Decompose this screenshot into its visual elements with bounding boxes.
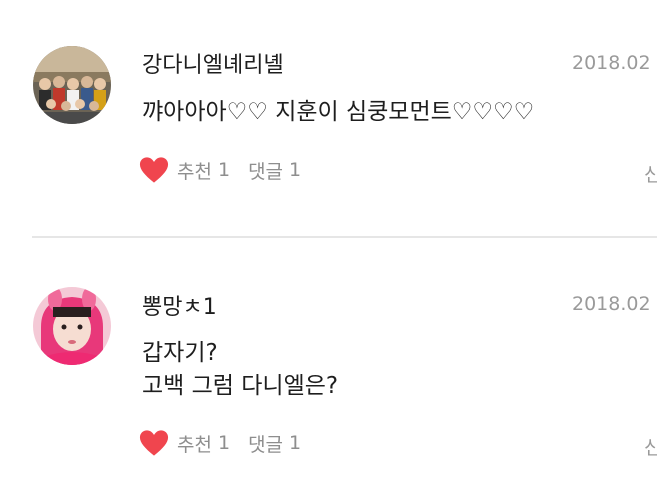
comment-body: 갑자기? 고백 그럼 다니엘은? (142, 337, 338, 403)
heart-icon (139, 157, 169, 183)
comment-author[interactable]: 뽕망ㅊ1 (142, 289, 217, 321)
heart-icon (139, 430, 169, 456)
comment-body-line: 꺄아아아♡♡ 지훈이 심쿵모먼트♡♡♡♡ (142, 99, 535, 125)
comment-item: 강다니엘녜리녤 2018.02 꺄아아아♡♡ 지훈이 심쿵모먼트♡♡♡♡ 추천 … (0, 0, 657, 236)
like-count: 1 (217, 432, 231, 454)
comment-date: 2018.02 (572, 52, 651, 74)
comment-body-line: 갑자기? (142, 340, 218, 366)
like-button[interactable]: 추천 1 (139, 429, 230, 457)
reply-button[interactable]: 댓글 1 (248, 157, 301, 184)
reply-count: 1 (289, 159, 302, 181)
like-label: 추천 (177, 160, 212, 183)
comment-date: 2018.02 (572, 293, 651, 315)
comment-actions: 추천 1 댓글 1 (139, 156, 301, 184)
reply-label: 댓글 (248, 160, 284, 183)
comment-body: 꺄아아아♡♡ 지훈이 심쿵모먼트♡♡♡♡ (142, 96, 534, 129)
reply-count: 1 (289, 432, 302, 454)
like-count: 1 (217, 159, 231, 181)
like-button[interactable]: 추천 1 (139, 156, 230, 184)
like-label: 추천 (177, 433, 212, 456)
comment-item: 뽕망ㅊ1 2018.02 갑자기? 고백 그럼 다니엘은? 추천 1 댓글 1 … (0, 238, 657, 493)
reply-button[interactable]: 댓글 1 (248, 430, 301, 457)
child-photo-avatar[interactable] (33, 287, 111, 365)
group-photo-avatar[interactable] (33, 46, 111, 124)
report-button[interactable]: 신 (644, 433, 657, 460)
comment-actions: 추천 1 댓글 1 (139, 429, 301, 457)
report-button[interactable]: 신 (644, 160, 657, 187)
comment-author[interactable]: 강다니엘녜리녤 (142, 47, 284, 79)
comment-body-line: 고백 그럼 다니엘은? (142, 373, 339, 399)
reply-label: 댓글 (248, 433, 284, 456)
